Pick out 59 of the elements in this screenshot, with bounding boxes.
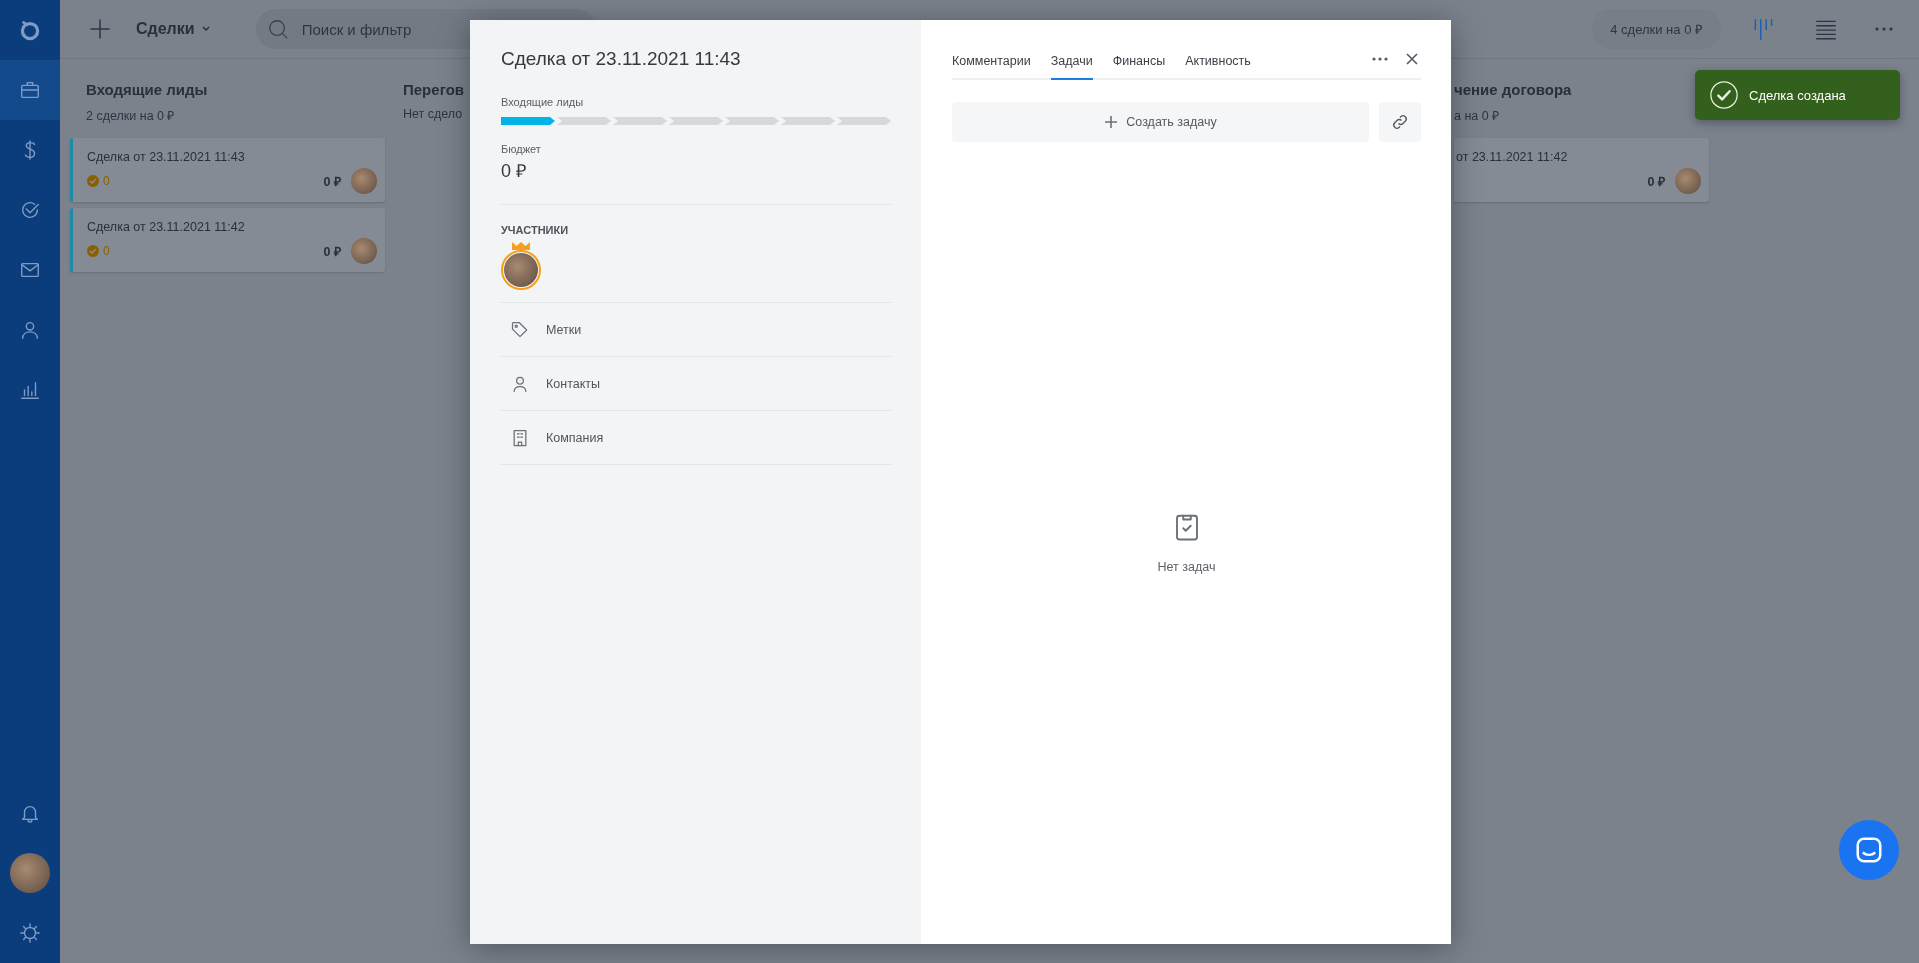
more-icon [1875,27,1893,31]
task-count: 0 [103,174,110,188]
deal-budget: 0 ₽ [323,173,341,190]
budget-value: 0 ₽ [501,160,527,182]
field-row[interactable]: Компания [501,411,891,465]
plus-icon [1104,115,1119,129]
avatar-photo [1675,168,1701,194]
participant-avatar[interactable] [501,250,541,290]
tab[interactable]: Финансы [1112,54,1166,80]
column-title: Входящие лиды [85,80,209,100]
column-title: чение договора [1454,80,1573,100]
column-title: Перегов [403,80,466,100]
deal-title: Сделка от 23.11.2021 11:42 [87,220,246,234]
link-button[interactable] [1379,102,1421,142]
close-icon [1405,52,1419,66]
stage-label: Входящие лиды [501,96,585,108]
check-circle-icon [1709,80,1739,110]
participants-label: УЧАСТНИКИ [501,224,570,236]
plus-icon [88,17,112,41]
tab[interactable]: Активность [1185,54,1251,80]
budget-label: Бюджет [501,143,542,155]
deal-card[interactable]: от 23.11.2021 11:42 0 ₽ [1454,138,1709,202]
stage-segment[interactable] [501,117,555,125]
check-circle-icon [19,199,41,221]
deal-budget: 0 ₽ [1647,173,1665,190]
check-badge-icon [87,245,99,257]
avatar-photo[interactable] [10,853,50,893]
column-summary: 2 сделки на 0 ₽ [85,108,176,124]
task-count: 0 [103,244,110,258]
deal-title: Сделка от 23.11.2021 11:43 [501,48,742,70]
sun-icon [19,922,41,944]
deal-card[interactable]: Сделка от 23.11.2021 11:43 0 0 ₽ [70,138,385,202]
field-row[interactable]: Контакты [501,357,891,411]
chat-button[interactable] [1839,820,1899,880]
chat-icon [1854,835,1884,865]
create-task-button[interactable]: Создать задачу [952,102,1369,142]
bar-chart-icon [19,379,41,401]
empty-state-text: Нет задач [1157,560,1216,574]
link-icon [1391,113,1409,131]
column-summary: а на 0 ₽ [1454,108,1501,124]
column-summary: Нет сдело [403,107,464,121]
tab[interactable]: Задачи [1050,54,1093,80]
deal-title: Сделка от 23.11.2021 11:43 [87,150,246,164]
deal-card[interactable]: Сделка от 23.11.2021 11:42 0 0 ₽ [70,208,385,272]
toast-text: Сделка создана [1749,87,1846,103]
deal-budget: 0 ₽ [323,243,341,260]
tag-icon [510,319,530,340]
deal-title: от 23.11.2021 11:42 [1456,150,1569,164]
more-icon [1371,56,1389,62]
caret-icon [200,24,211,34]
briefcase-icon [19,79,41,101]
avatar-photo [351,238,377,264]
person-icon [19,319,41,341]
field-row[interactable]: Метки [501,303,891,357]
deals-summary: 4 сделки на 0 ₽ [1592,9,1721,49]
tab[interactable]: Комментарии [952,54,1031,80]
check-badge-icon [87,175,99,187]
avatar-photo [351,168,377,194]
search-icon [266,18,289,40]
